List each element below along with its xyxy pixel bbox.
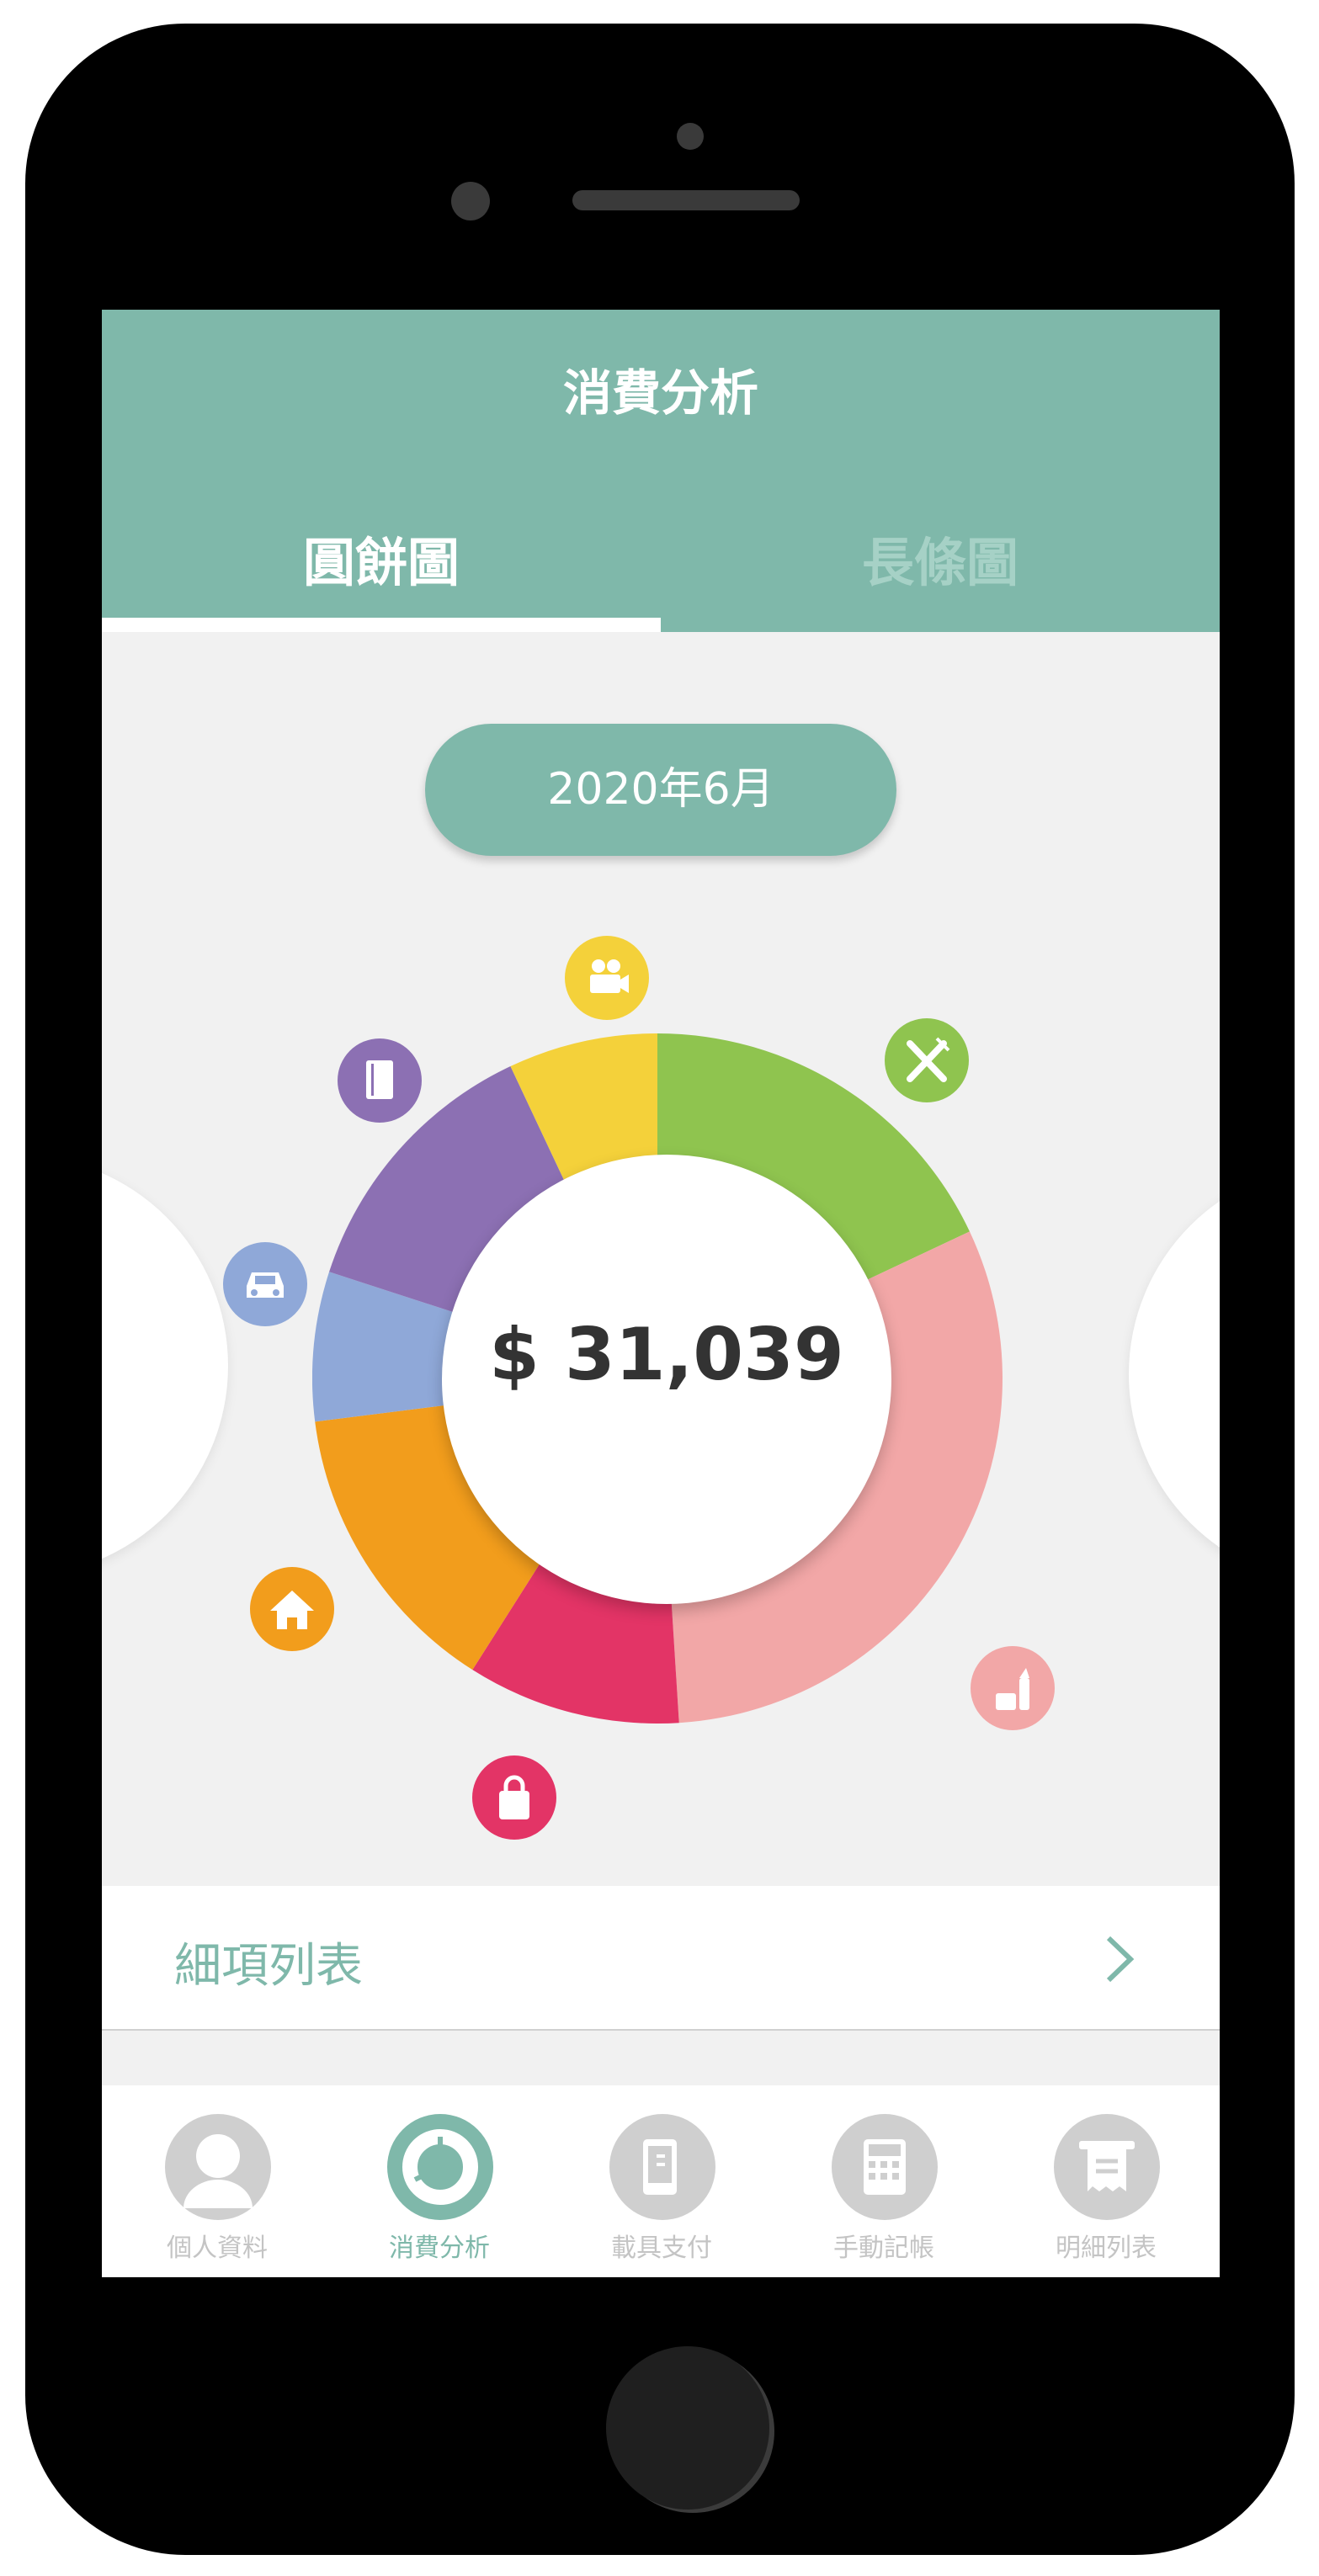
home-icon[interactable] [250, 1567, 334, 1651]
bottom-navigation: 個人資料 消費分析 載具支付 手動記帳 明細列表 [102, 2085, 1220, 2277]
front-sensor [677, 123, 704, 150]
pie-chart-icon [387, 2114, 493, 2220]
earpiece-speaker [572, 190, 800, 210]
nav-item-manual-entry[interactable]: 手動記帳 [774, 2085, 993, 2277]
nav-label-carrier-pay: 載具支付 [611, 2233, 712, 2263]
nav-label-profile: 個人資料 [167, 2233, 268, 2263]
next-month-chart[interactable] [1129, 1164, 1220, 1585]
tab-pie-chart[interactable]: 圓餅圖 [102, 520, 661, 596]
receipt-icon [1054, 2114, 1160, 2220]
food-icon[interactable] [885, 1018, 969, 1102]
user-icon [165, 2114, 271, 2220]
app-screen: 消費分析 圓餅圖 長條圖 2020年6月 $ 31,039 細項列表 個人資料 … [102, 310, 1220, 2277]
nav-item-profile[interactable]: 個人資料 [108, 2085, 327, 2277]
car-icon[interactable] [223, 1242, 307, 1326]
page-title: 消費分析 [562, 364, 758, 422]
month-selector[interactable]: 2020年6月 [425, 724, 896, 856]
nav-item-carrier-pay[interactable]: 載具支付 [552, 2085, 771, 2277]
movie-camera-icon[interactable] [565, 936, 649, 1020]
book-icon[interactable] [338, 1038, 422, 1123]
chevron-right-icon [1106, 1936, 1135, 1983]
app-header: 消費分析 圓餅圖 長條圖 [102, 310, 1220, 632]
front-camera [451, 182, 490, 220]
detail-list-label: 細項列表 [174, 1939, 363, 1994]
nav-item-analysis[interactable]: 消費分析 [330, 2085, 549, 2277]
nav-item-detail-list[interactable]: 明細列表 [997, 2085, 1215, 2277]
calculator-icon [832, 2114, 938, 2220]
home-button[interactable] [606, 2346, 769, 2510]
active-tab-indicator [102, 618, 661, 632]
detail-list-row[interactable]: 細項列表 [102, 1886, 1220, 2031]
mobile-pay-icon [609, 2114, 715, 2220]
previous-month-chart[interactable] [102, 1155, 228, 1576]
shopping-bag-icon[interactable] [472, 1755, 556, 1840]
nav-label-detail-list: 明細列表 [1056, 2233, 1157, 2263]
nav-label-analysis: 消費分析 [389, 2233, 490, 2263]
cosmetics-icon[interactable] [971, 1646, 1055, 1730]
tab-bar-chart[interactable]: 長條圖 [661, 520, 1220, 596]
nav-label-manual-entry: 手動記帳 [833, 2233, 934, 2263]
total-amount: $ 31,039 [489, 1313, 844, 1397]
